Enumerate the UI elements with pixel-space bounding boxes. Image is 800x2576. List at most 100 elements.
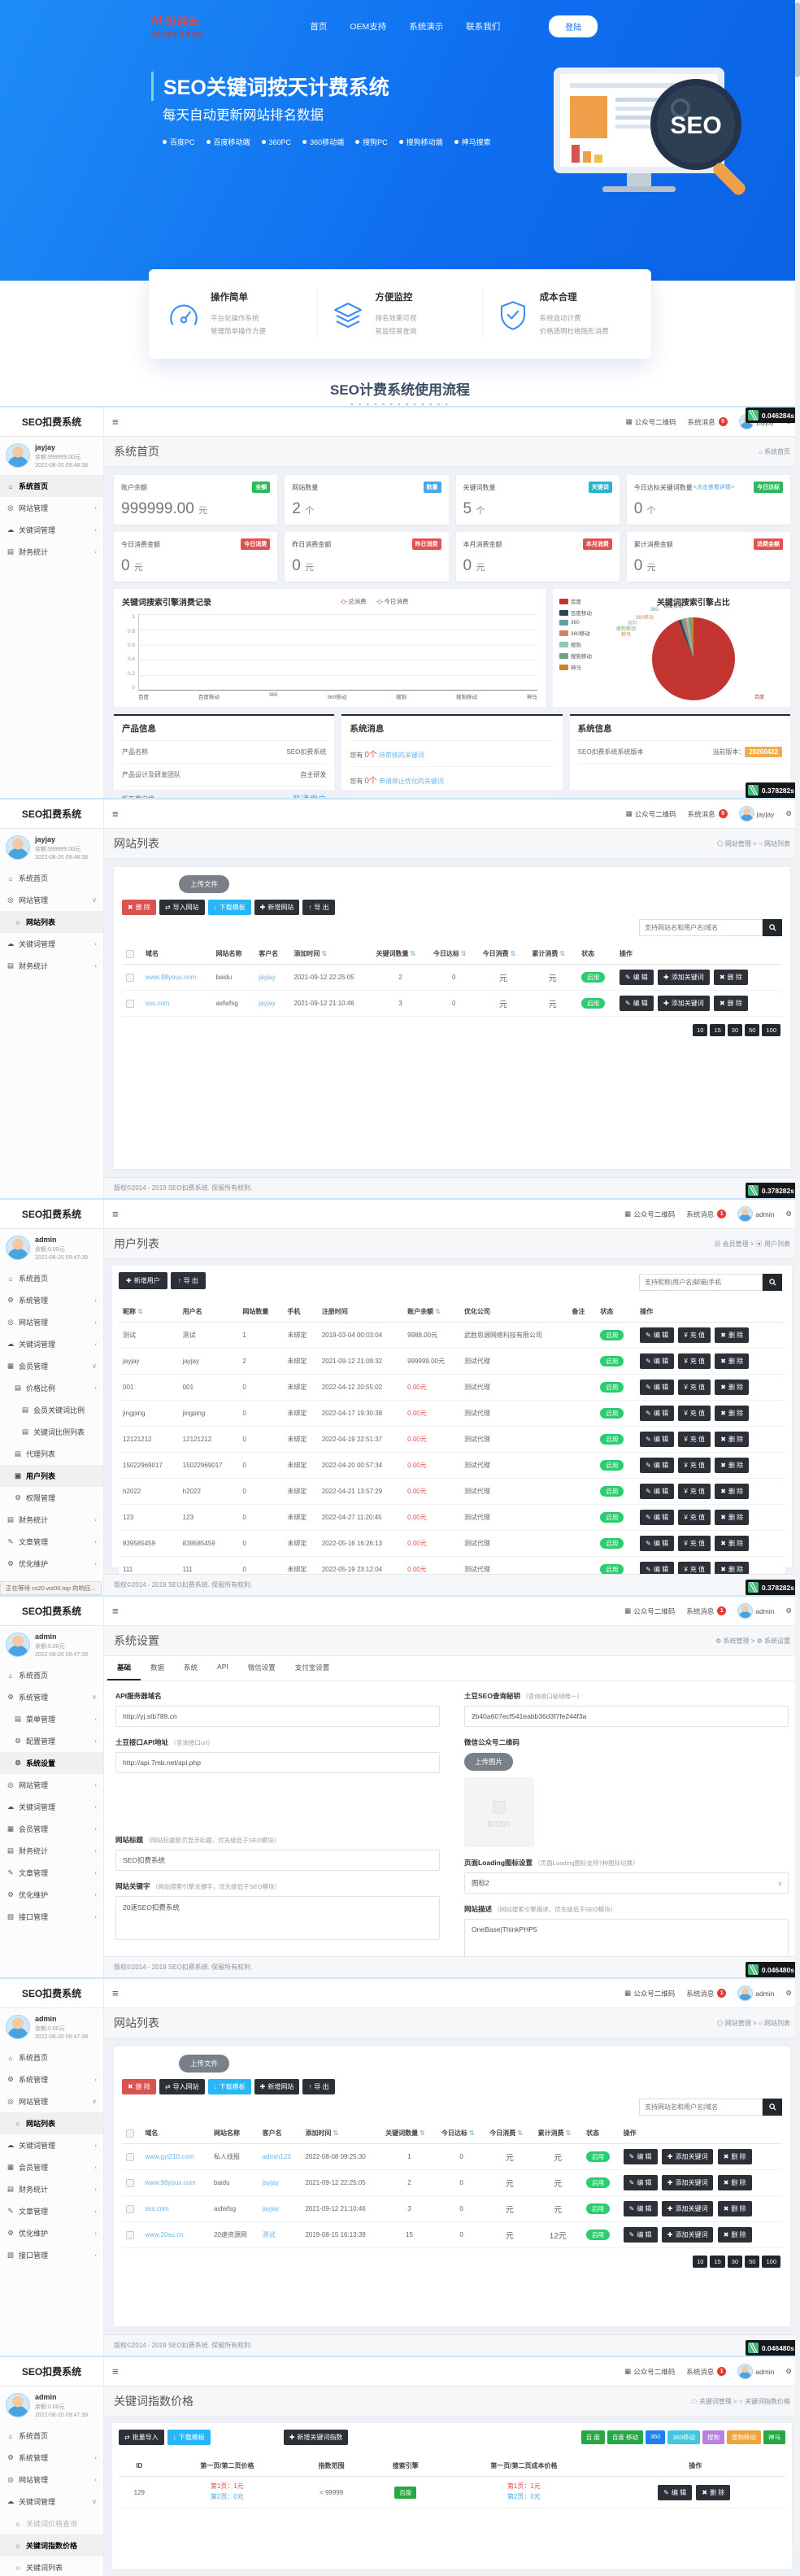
user-menu[interactable]: admin: [737, 1603, 774, 1619]
gear-icon[interactable]: ⚙: [785, 1210, 792, 1218]
page-size-button[interactable]: 15: [710, 1024, 724, 1036]
toolbar-button[interactable]: ⇄批量导入: [119, 2430, 164, 2445]
add-keyword-button[interactable]: ✚添加关键词: [658, 970, 710, 985]
column-header[interactable]: 状态: [596, 1301, 636, 1323]
gear-icon[interactable]: ⚙: [785, 809, 792, 818]
sidebar-item[interactable]: ◎网站管理∨: [0, 2090, 103, 2112]
sidebar-item[interactable]: ▤财务统计‹: [0, 1840, 103, 1862]
search-button[interactable]: [763, 1274, 782, 1291]
edit-button[interactable]: ✎编 辑: [640, 1484, 674, 1499]
engine-filter-badge[interactable]: 搜狗: [702, 2430, 724, 2444]
login-button[interactable]: 登陆: [549, 15, 598, 37]
sidebar-item[interactable]: ⌂系统首页: [0, 2046, 103, 2068]
search-button[interactable]: [763, 2099, 782, 2116]
sidebar-item[interactable]: ☁关键词管理‹: [0, 519, 103, 541]
sort-icon[interactable]: ⇅: [321, 950, 327, 957]
client-link[interactable]: jayjay: [263, 2205, 279, 2212]
toolbar-button[interactable]: ↓下载模板: [208, 900, 251, 915]
toolbar-button[interactable]: ↑导 出: [302, 900, 334, 915]
hamburger-icon[interactable]: ≡: [112, 416, 119, 428]
delete-button[interactable]: ✖删 除: [718, 2227, 752, 2243]
toolbar-button[interactable]: ↓下载模板: [167, 2430, 211, 2445]
page-size-button[interactable]: 15: [710, 2256, 724, 2268]
toolbar-button[interactable]: ↓下载模板: [208, 2079, 251, 2094]
sort-icon[interactable]: ⇅: [559, 950, 565, 957]
pie-legend-item[interactable]: 360: [559, 620, 603, 625]
nav-link[interactable]: 系统演示: [409, 20, 443, 33]
edit-button[interactable]: ✎编 辑: [624, 2201, 658, 2216]
sidebar-item[interactable]: ▤财务统计‹: [0, 541, 103, 563]
add-keyword-button[interactable]: ✚添加关键词: [662, 2149, 714, 2164]
delete-button[interactable]: ✖删 除: [715, 1536, 749, 1551]
page-size-button[interactable]: 50: [745, 1024, 759, 1036]
toolbar-button[interactable]: ✚新增网站: [254, 900, 300, 915]
messages-link[interactable]: 系统消息0: [688, 809, 728, 819]
search-input[interactable]: [639, 919, 763, 936]
column-header[interactable]: 优化公司: [460, 1301, 567, 1323]
column-header[interactable]: 域名: [141, 944, 212, 965]
settings-tab[interactable]: 微信设置: [238, 1656, 285, 1680]
toolbar-button[interactable]: ✖删 除: [122, 900, 156, 915]
edit-button[interactable]: ✎编 辑: [640, 1458, 674, 1473]
admin-brand[interactable]: SEO扣费系统: [0, 1979, 104, 2008]
client-link[interactable]: jayjay: [259, 974, 275, 981]
column-header[interactable]: 关键词数量⇅: [381, 2123, 437, 2144]
sidebar-item[interactable]: ○网站列表: [0, 2112, 103, 2134]
domain-link[interactable]: www.98youx.com: [145, 2179, 195, 2186]
column-header[interactable]: 关键词数量⇅: [372, 944, 428, 965]
recharge-button[interactable]: ¥充 值: [678, 1327, 711, 1343]
sidebar-item[interactable]: ▤价格比例‹: [0, 1377, 103, 1399]
sidebar-item[interactable]: ▧接口管理‹: [0, 1906, 103, 1928]
domain-link[interactable]: sss.com: [146, 1000, 169, 1007]
messages-link[interactable]: 系统消息0: [688, 417, 728, 427]
qr-link[interactable]: ▦公众号二维码: [624, 1989, 675, 1998]
sidebar-item[interactable]: ▤财务统计‹: [0, 2178, 103, 2200]
edit-button[interactable]: ✎编 辑: [624, 2175, 658, 2190]
sidebar-item[interactable]: ▤关键词比例列表: [0, 1421, 103, 1443]
recharge-button[interactable]: ¥充 值: [678, 1458, 711, 1473]
sidebar-item[interactable]: ⚙优化维护‹: [0, 1884, 103, 1906]
qr-link[interactable]: ▦公众号二维码: [626, 417, 676, 427]
settings-tab[interactable]: 数据: [141, 1656, 174, 1680]
detail-link[interactable]: <点击查看详情>: [693, 483, 734, 491]
delete-button[interactable]: ✖删 除: [718, 2149, 752, 2164]
delete-button[interactable]: ✖删 除: [696, 2485, 730, 2500]
edit-button[interactable]: ✎编 辑: [620, 970, 654, 985]
column-header[interactable]: 今日达标⇅: [429, 944, 479, 965]
sidebar-item[interactable]: ☁关键词管理‹: [0, 1796, 103, 1818]
column-header[interactable]: 注册时间: [318, 1301, 403, 1323]
recharge-button[interactable]: ¥充 值: [678, 1510, 711, 1525]
row-checkbox[interactable]: [126, 2153, 134, 2161]
settings-tab[interactable]: 基础: [107, 1656, 141, 1680]
qr-link[interactable]: ▦公众号二维码: [624, 1210, 675, 1219]
engine-filter-badge[interactable]: 360移动: [667, 2430, 700, 2444]
client-link[interactable]: jayjay: [263, 2179, 279, 2186]
column-header[interactable]: 第一页/第二页价格: [160, 2456, 294, 2477]
column-header[interactable]: 累计消费⇅: [528, 944, 577, 965]
sidebar-item[interactable]: ⚙优化维护‹: [0, 2222, 103, 2244]
sidebar-item[interactable]: ⚙系统设置: [0, 1752, 103, 1774]
delete-button[interactable]: ✖删 除: [715, 1432, 749, 1447]
sidebar-item[interactable]: ◎网站管理‹: [0, 1774, 103, 1796]
nav-link[interactable]: OEM支持: [350, 20, 386, 33]
sort-icon[interactable]: ⇅: [435, 1308, 441, 1315]
brand-logo[interactable]: M迈湘云 SEO按天计费系统: [151, 13, 204, 39]
nav-link[interactable]: 联系我们: [466, 20, 500, 33]
sidebar-item[interactable]: ▦会员管理‹: [0, 2156, 103, 2178]
delete-button[interactable]: ✖删 除: [718, 2175, 752, 2190]
recharge-button[interactable]: ¥充 值: [678, 1484, 711, 1499]
message-link[interactable]: 待审核的关键词: [379, 752, 424, 759]
pie-legend-item[interactable]: 百度移动: [559, 608, 603, 617]
messages-link[interactable]: 系统消息1: [686, 1210, 726, 1219]
api-domain-input[interactable]: [115, 1706, 440, 1727]
edit-button[interactable]: ✎编 辑: [624, 2149, 658, 2164]
hamburger-icon[interactable]: ≡: [112, 1605, 119, 1617]
column-header[interactable]: 备注: [567, 1301, 596, 1323]
delete-button[interactable]: ✖删 除: [715, 1406, 749, 1421]
column-header[interactable]: 账户余额⇅: [403, 1301, 460, 1323]
edit-button[interactable]: ✎编 辑: [658, 2485, 692, 2500]
hamburger-icon[interactable]: ≡: [112, 1987, 119, 1999]
pie-legend-item[interactable]: 360移动: [559, 629, 603, 637]
recharge-button[interactable]: ¥充 值: [678, 1406, 711, 1421]
column-header[interactable]: 添加时间⇅: [301, 2123, 381, 2144]
